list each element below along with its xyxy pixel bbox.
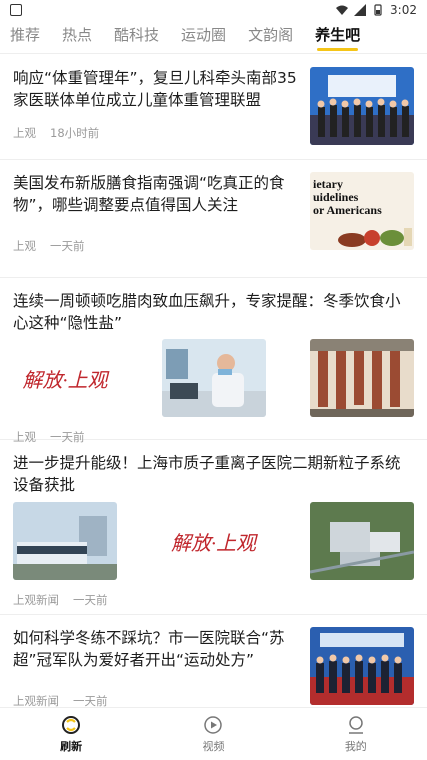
news-title[interactable]: 美国发布新版膳食指南强调“吃真正的食物”，哪些调整要点值得国人关注 [13,172,298,216]
news-source: 上观 [13,430,36,444]
news-item[interactable]: 响应“体重管理年”，复旦儿科牵头南部35家医联体单位成立儿童体重管理联盟 上观 … [0,55,427,160]
tab-sports[interactable]: 运动圈 [181,24,226,53]
app-notification-icon [10,4,22,16]
tab-health[interactable]: 养生吧 [315,24,360,53]
news-thumbnail[interactable] [310,502,414,580]
wifi-icon [336,5,349,15]
news-title[interactable]: 如何科学冬练不踩坑？市一医院联合“苏超”冠军队为爱好者开出“运动处方” [13,627,298,671]
news-time: 一天前 [73,694,108,707]
news-meta: 上观 18小时前 [13,125,298,141]
nav-label-video: 视频 [202,739,225,753]
status-indicators: 3:02 [336,3,417,17]
news-item[interactable]: 美国发布新版膳食指南强调“吃真正的食物”，哪些调整要点值得国人关注 上观 一天前… [0,160,427,278]
news-thumbnail[interactable] [310,339,414,417]
news-source: 上观新闻 [13,694,59,707]
bottom-navigation: 刷新 视频 我的 [0,707,427,760]
news-title[interactable]: 连续一周顿顿吃腊肉致血压飙升，专家提醒：冬季饮食小心这种“隐性盐” [13,290,414,334]
refresh-icon [62,715,81,734]
news-time: 一天前 [50,239,85,253]
news-logo-thumbnail[interactable]: 解放·上观 [13,339,117,417]
signal-icon [354,4,367,16]
status-time: 3:02 [390,3,417,17]
play-icon [204,715,223,734]
news-title[interactable]: 进一步提升能级！上海市质子重离子医院二期新粒子系统设备获批 [13,452,414,496]
news-source: 上观 [13,126,36,140]
nav-profile[interactable]: 我的 [285,708,427,760]
jiefang-logo: 解放·上观 [171,532,256,555]
tab-tech[interactable]: 酷科技 [114,24,159,53]
status-bar: 3:02 [0,0,427,20]
battery-icon [374,4,382,16]
news-title[interactable]: 响应“体重管理年”，复旦儿科牵头南部35家医联体单位成立儿童体重管理联盟 [13,67,298,111]
news-meta: 上观 一天前 [13,238,298,254]
news-time: 一天前 [73,593,108,607]
news-source: 上观新闻 [13,593,59,607]
news-meta: 上观新闻 一天前 [13,592,414,608]
news-time: 18小时前 [50,126,100,140]
news-source: 上观 [13,239,36,253]
category-tabs: 推荐 热点 酷科技 运动圈 文韵阁 养生吧 [0,22,427,54]
news-item[interactable]: 连续一周顿顿吃腊肉致血压飙升，专家提醒：冬季饮食小心这种“隐性盐” 解放·上观 [0,278,427,444]
jiefang-logo: 解放·上观 [22,369,108,392]
nav-label-profile: 我的 [344,739,367,753]
news-time: 一天前 [50,430,85,444]
news-item[interactable]: 进一步提升能级！上海市质子重离子医院二期新粒子系统设备获批 解放·上观 上观新闻… [0,440,427,615]
news-thumbnail[interactable]: ietary uidelines or Americans [310,172,414,250]
news-thumbnail[interactable] [161,339,266,417]
tab-recommend[interactable]: 推荐 [10,24,40,53]
news-thumbnail[interactable] [310,67,414,145]
nav-refresh[interactable]: 刷新 [0,708,142,760]
news-logo-thumbnail[interactable]: 解放·上观 [162,502,266,580]
news-item[interactable]: 如何科学冬练不踩坑？市一医院联合“苏超”冠军队为爱好者开出“运动处方” 上观新闻… [0,615,427,707]
news-feed: 响应“体重管理年”，复旦儿科牵头南部35家医联体单位成立儿童体重管理联盟 上观 … [0,55,427,707]
news-thumbnail[interactable] [310,627,414,705]
news-thumbnail[interactable] [13,502,117,580]
user-icon [348,715,363,734]
tab-culture[interactable]: 文韵阁 [248,24,293,53]
tab-hot[interactable]: 热点 [62,24,92,53]
nav-label-refresh: 刷新 [60,739,83,753]
nav-video[interactable]: 视频 [142,708,284,760]
news-meta: 上观新闻 一天前 [13,693,298,707]
